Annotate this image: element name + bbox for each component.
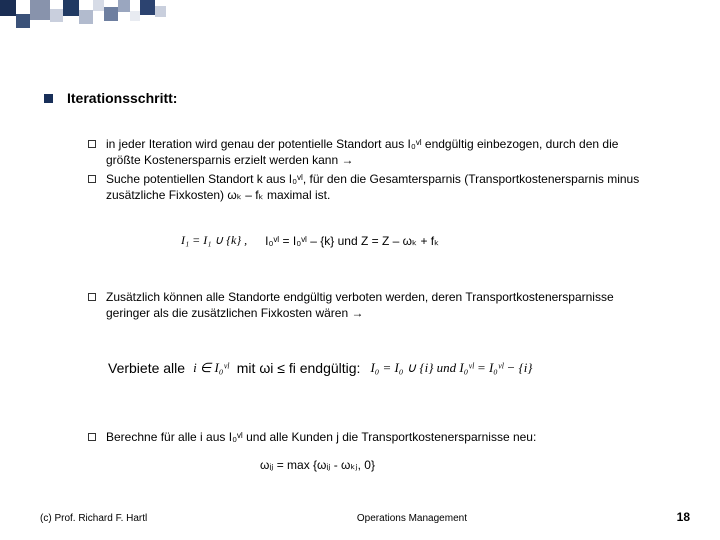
open-square-icon: [88, 140, 96, 148]
square-bullet-icon: [44, 94, 53, 103]
heading-text: Iterationsschritt:: [67, 90, 177, 106]
open-square-icon: [88, 293, 96, 301]
formula-row: I₁ = I₁ ∪ {k} , I₀ᵛˡ = I₀ᵛˡ – {k} und Z …: [175, 230, 439, 251]
formula-left: I₁ = I₁ ∪ {k} ,: [175, 230, 253, 251]
verbiete-formula-post: I₀ = I₀ ∪ {i} und I₀ᵛˡ = I₀ᵛˡ − {i}: [370, 360, 532, 376]
verbiete-row: Verbiete alle i ∈ I₀ᵛˡ mit ωi ≤ fi endgü…: [108, 360, 533, 376]
heading-row: Iterationsschritt:: [44, 90, 177, 106]
item-text: Suche potentiellen Standort k aus I₀ᵛˡ, …: [106, 172, 656, 203]
formula-right: I₀ᵛˡ = I₀ᵛˡ – {k} und Z = Z – ωₖ + fₖ: [265, 234, 439, 248]
list-item: Berechne für alle i aus I₀ᵛˡ und alle Ku…: [88, 430, 536, 446]
list-item: Suche potentiellen Standort k aus I₀ᵛˡ, …: [88, 172, 656, 203]
item-text: Zusätzlich können alle Standorte endgült…: [106, 290, 656, 321]
open-square-icon: [88, 175, 96, 183]
footer-center: Operations Management: [357, 513, 467, 524]
formula-omega: ωᵢⱼ = max {ωᵢⱼ - ωₖⱼ, 0}: [260, 458, 375, 472]
item-text: Berechne für alle i aus I₀ᵛˡ und alle Ku…: [106, 430, 536, 446]
verbiete-pre: Verbiete alle: [108, 360, 185, 376]
page-number: 18: [677, 510, 690, 524]
item-text: in jeder Iteration wird genau der potent…: [106, 137, 656, 168]
list-item: in jeder Iteration wird genau der potent…: [88, 137, 656, 168]
decorative-squares: [0, 0, 166, 28]
verbiete-mid-text: mit ωi ≤ fi endgültig:: [237, 360, 361, 376]
footer: (c) Prof. Richard F. Hartl Operations Ma…: [0, 510, 720, 524]
footer-left: (c) Prof. Richard F. Hartl: [40, 513, 147, 524]
list-item: Zusätzlich können alle Standorte endgült…: [88, 290, 656, 321]
open-square-icon: [88, 433, 96, 441]
verbiete-formula-mid: i ∈ I₀ᵛˡ: [193, 360, 229, 376]
